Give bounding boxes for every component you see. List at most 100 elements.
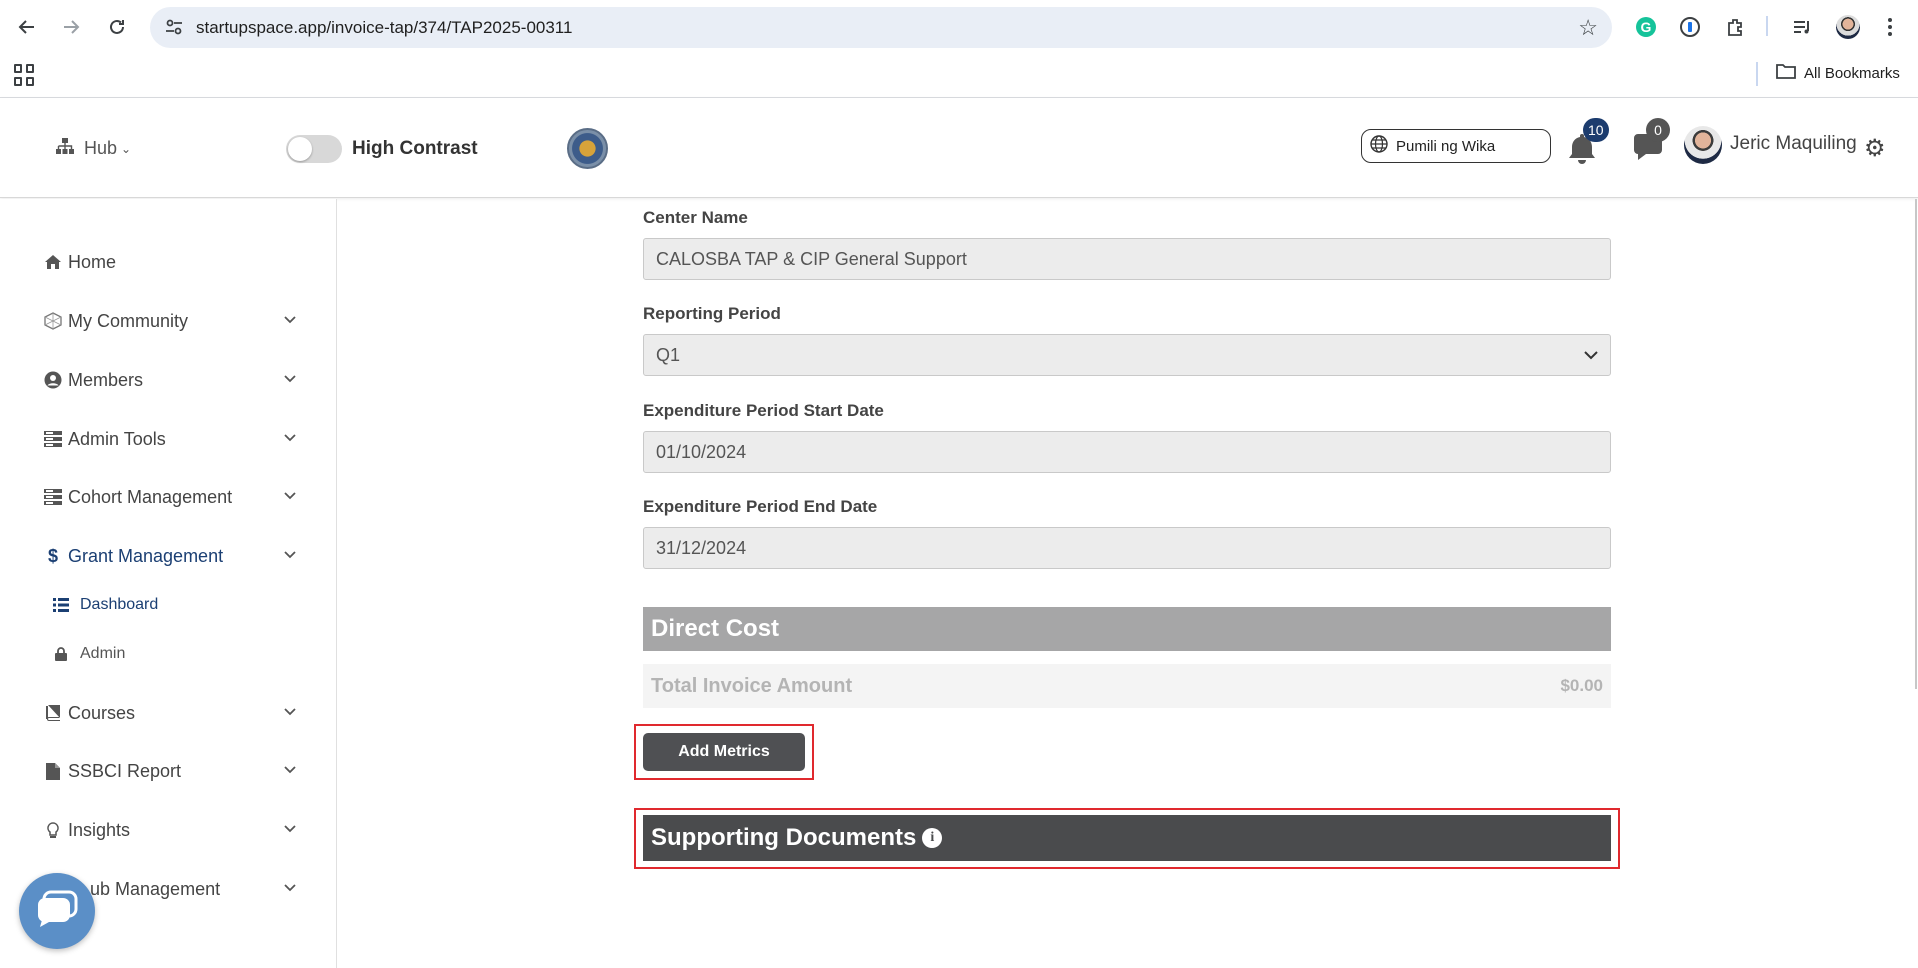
end-date-label: Expenditure Period End Date (643, 497, 878, 516)
community-icon (42, 312, 64, 330)
bookmarks-divider (1756, 62, 1758, 86)
user-name[interactable]: Jeric Maquiling (1730, 133, 1857, 155)
toolbar-divider (1766, 16, 1768, 36)
password-manager-icon[interactable] (1676, 13, 1704, 41)
sidebar-subitem-label: Dashboard (80, 596, 159, 613)
end-date-value: 31/12/2024 (656, 537, 747, 558)
list-icon (52, 598, 70, 612)
address-bar[interactable]: startupspace.app/invoice-tap/374/TAP2025… (150, 7, 1612, 48)
direct-cost-header: Direct Cost (643, 607, 1611, 651)
hub-menu[interactable]: Hub ⌄ (56, 138, 131, 159)
bookmark-star-icon[interactable]: ☆ (1578, 15, 1598, 41)
sidebar-item-admin-tools[interactable]: Admin Tools (42, 419, 304, 459)
sidebar-item-label: Admin Tools (68, 428, 166, 449)
extensions-icon[interactable] (1722, 13, 1750, 41)
user-avatar[interactable] (1684, 126, 1722, 164)
organization-seal-logo (567, 128, 608, 169)
settings-gear-icon[interactable]: ⚙ (1864, 134, 1886, 163)
folder-icon (1776, 62, 1796, 84)
sidebar-item-courses[interactable]: Courses (42, 693, 304, 733)
start-date-value: 01/10/2024 (656, 441, 747, 462)
url-text[interactable]: startupspace.app/invoice-tap/374/TAP2025… (196, 18, 572, 38)
sidebar-item-label: Home (68, 251, 117, 272)
more-icon[interactable] (1876, 13, 1904, 41)
add-metrics-button[interactable]: Add Metrics (643, 733, 805, 771)
sidebar-item-insights[interactable]: Insights (42, 810, 304, 850)
sidebar-item-label: My Community (68, 310, 189, 331)
page-scrollbar[interactable] (1915, 199, 1917, 689)
hub-label: Hub (84, 138, 118, 158)
sitemap-icon (56, 138, 74, 159)
language-selector[interactable]: Pumili ng Wika (1361, 129, 1551, 163)
profile-icon[interactable] (1834, 13, 1862, 41)
supporting-documents-header[interactable]: Supporting Documents i (643, 815, 1611, 861)
book-icon (42, 705, 64, 721)
home-icon (42, 255, 64, 269)
dollar-icon: $ (47, 545, 58, 566)
chevron-down-icon (284, 879, 296, 895)
sidebar-item-ssbci-report[interactable]: SSBCI Report (42, 751, 304, 791)
sidebar-item-label: Insights (68, 819, 131, 840)
supporting-documents-title: Supporting Documents (651, 824, 917, 851)
sidebar: Home My Community Members Admin Tools Co… (0, 199, 337, 968)
sidebar-subitem-admin[interactable]: Admin (52, 639, 125, 669)
all-bookmarks-button[interactable]: All Bookmarks (1776, 62, 1900, 84)
site-info-icon[interactable] (164, 17, 184, 37)
center-name-label: Center Name (643, 208, 748, 227)
sidebar-item-label: Cohort Management (68, 486, 233, 507)
reporting-period-value: Q1 (656, 344, 681, 365)
globe-icon (1370, 135, 1388, 157)
server-icon (42, 489, 64, 505)
grammarly-icon[interactable]: G (1632, 13, 1660, 41)
forward-icon[interactable] (56, 12, 86, 42)
chat-bubble-icon (36, 890, 78, 933)
sidebar-item-label: Grant Management (68, 545, 224, 566)
total-invoice-value: $0.00 (1560, 676, 1603, 695)
sidebar-item-grant-management[interactable]: $ Grant Management (42, 536, 304, 576)
start-date-field[interactable]: 01/10/2024 (643, 431, 1611, 473)
end-date-field[interactable]: 31/12/2024 (643, 527, 1611, 569)
browser-toolbar: startupspace.app/invoice-tap/374/TAP2025… (0, 0, 1918, 54)
chevron-down-icon (284, 429, 296, 445)
user-circle-icon (42, 371, 64, 389)
sidebar-item-cohort-management[interactable]: Cohort Management (42, 477, 304, 517)
apps-icon[interactable] (14, 64, 36, 86)
sidebar-item-label: Members (68, 369, 144, 390)
reporting-period-select[interactable]: Q1 (643, 334, 1611, 376)
start-date-label: Expenditure Period Start Date (643, 401, 884, 420)
sidebar-item-label: ub Management (90, 878, 221, 899)
info-icon[interactable]: i (922, 828, 943, 848)
chevron-down-icon (1584, 347, 1598, 363)
total-invoice-label: Total Invoice Amount (651, 674, 853, 697)
high-contrast-toggle[interactable] (286, 135, 342, 163)
svg-text:G: G (1641, 19, 1652, 35)
high-contrast-label: High Contrast (352, 138, 478, 159)
chevron-down-icon: ⌄ (121, 141, 132, 156)
center-name-field[interactable]: CALOSBA TAP & CIP General Support (643, 238, 1611, 280)
app-header: Hub ⌄ High Contrast Pumili ng Wika 10 0 … (0, 98, 1918, 198)
sidebar-subitem-dashboard[interactable]: Dashboard (52, 590, 158, 620)
back-icon[interactable] (12, 12, 42, 42)
chat-launcher-button[interactable] (19, 873, 95, 949)
chevron-down-icon (284, 546, 296, 562)
direct-cost-title: Direct Cost (651, 615, 780, 642)
sidebar-item-label: Courses (68, 702, 136, 723)
sidebar-subitem-label: Admin (80, 645, 126, 662)
chevron-down-icon (284, 703, 296, 719)
reload-icon[interactable] (102, 12, 132, 42)
sidebar-item-home[interactable]: Home (42, 242, 304, 282)
chevron-down-icon (284, 761, 296, 777)
sidebar-item-my-community[interactable]: My Community (42, 301, 304, 341)
reporting-period-label: Reporting Period (643, 304, 781, 323)
language-label: Pumili ng Wika (1396, 137, 1496, 155)
sidebar-item-members[interactable]: Members (42, 360, 304, 400)
sidebar-item-label: SSBCI Report (68, 760, 182, 781)
bookmarks-bar: All Bookmarks (0, 54, 1918, 98)
chevron-down-icon (284, 487, 296, 503)
media-icon[interactable] (1788, 13, 1816, 41)
file-icon (42, 762, 64, 780)
notifications-count-badge: 10 (1583, 118, 1609, 142)
center-name-value: CALOSBA TAP & CIP General Support (656, 248, 967, 269)
all-bookmarks-label: All Bookmarks (1804, 64, 1900, 82)
chevron-down-icon (284, 820, 296, 836)
